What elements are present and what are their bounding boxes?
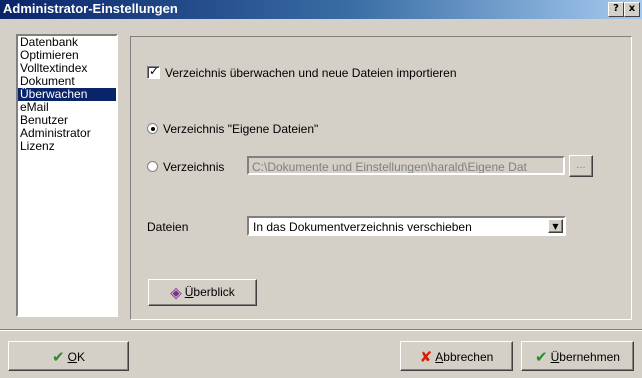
- ok-label: K: [76, 349, 85, 364]
- browse-button[interactable]: ...: [569, 155, 593, 177]
- book-icon: ◈: [170, 283, 182, 302]
- checkmark-icon: ✔: [52, 347, 65, 366]
- radio-custom-dir-label: Verzeichnis: [163, 159, 225, 174]
- watch-directory-label: Verzeichnis überwachen und neue Dateien …: [165, 65, 457, 80]
- overview-button[interactable]: ◈ Überblick: [148, 279, 257, 306]
- radio-own-files-option[interactable]: Verzeichnis "Eigene Dateien": [147, 121, 318, 136]
- files-action-select[interactable]: In das Dokumentverzeichnis verschieben ▼: [247, 216, 566, 236]
- sidebar-item-lizenz[interactable]: Lizenz: [18, 140, 116, 153]
- cross-icon: ✘: [419, 347, 433, 366]
- window-title: Administrator-Einstellungen: [3, 1, 178, 16]
- checkmark-icon: ✔: [535, 347, 548, 366]
- files-label: Dateien: [147, 220, 189, 234]
- radio-selected-dot: [151, 127, 155, 132]
- radio-own-files-label: Verzeichnis "Eigene Dateien": [163, 121, 319, 136]
- apply-label: bernehmen: [559, 349, 620, 364]
- close-button[interactable]: x: [624, 2, 640, 17]
- overview-label: berblick: [193, 285, 235, 300]
- title-bar[interactable]: Administrator-Einstellungen ? x: [0, 0, 642, 19]
- apply-label-accel: Ü: [550, 349, 560, 364]
- ok-button[interactable]: ✔ OK: [8, 341, 129, 371]
- files-action-value: In das Dokumentverzeichnis verschieben: [253, 220, 472, 234]
- radio-custom-dir[interactable]: [147, 161, 158, 173]
- checkmark-icon: ✓: [149, 64, 160, 79]
- cancel-button[interactable]: ✘ Abbrechen: [400, 341, 513, 371]
- watch-directory-option[interactable]: ✓ Verzeichnis überwachen und neue Dateien…: [147, 64, 457, 80]
- cancel-label: bbrechen: [443, 349, 494, 364]
- chevron-down-icon[interactable]: ▼: [548, 219, 563, 233]
- watch-directory-checkbox[interactable]: ✓: [147, 64, 160, 80]
- help-button[interactable]: ?: [608, 2, 624, 17]
- ok-label-accel: O: [67, 349, 77, 364]
- directory-path-field[interactable]: C:\Dokumente und Einstellungen\harald\Ei…: [247, 156, 565, 175]
- radio-own-files[interactable]: [147, 123, 158, 135]
- settings-category-list[interactable]: Datenbank Optimieren Volltextindex Dokum…: [16, 34, 118, 317]
- radio-custom-dir-option[interactable]: Verzeichnis: [147, 159, 224, 174]
- apply-button[interactable]: ✔ Übernehmen: [521, 341, 634, 371]
- footer-divider: [0, 329, 642, 331]
